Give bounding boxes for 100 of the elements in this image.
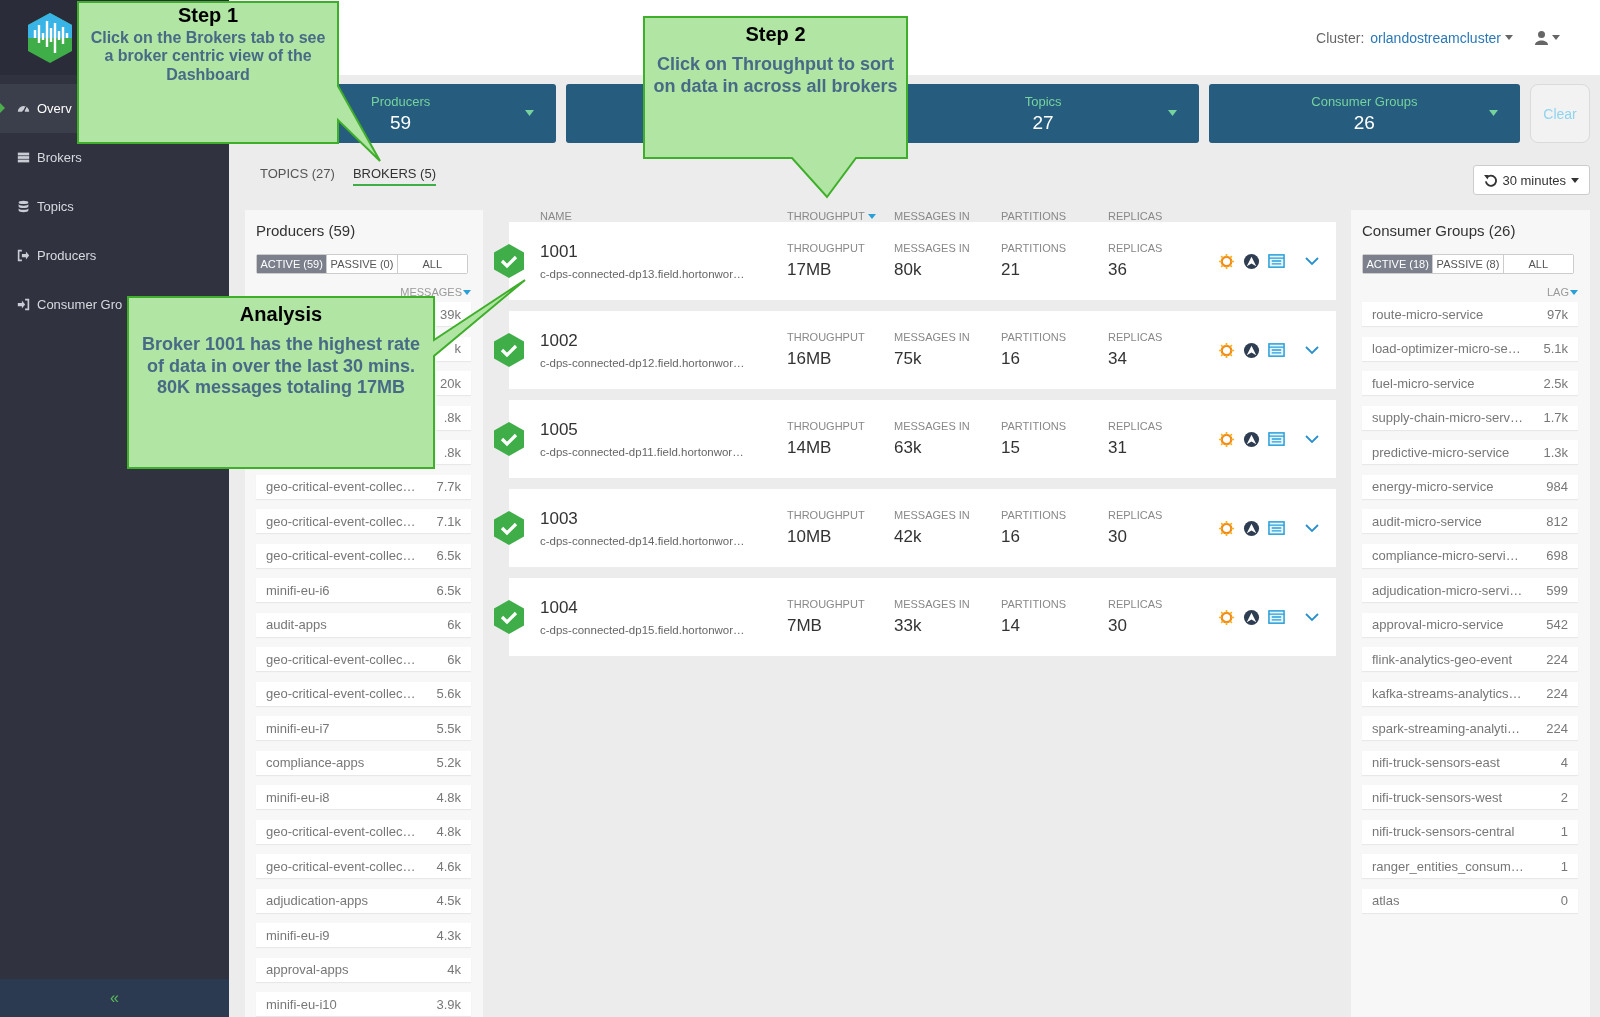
card-label: Producers (371, 93, 431, 109)
item-count: 7.1k (436, 513, 461, 529)
stat-value: 21 (1001, 260, 1021, 280)
item-count: 6.5k (436, 548, 461, 563)
broker-id: 1001 (540, 242, 579, 262)
stat-value: 17MB (787, 260, 833, 280)
item-count: 39k (440, 306, 461, 322)
stat-value: 14 (1001, 616, 1021, 636)
item-count: 97k (1547, 306, 1568, 322)
item-count: 4.8k (436, 789, 461, 805)
broker-host: c-dps-connected-dp12.field.hortonwor… (540, 357, 746, 369)
card-count: 59 (390, 111, 412, 134)
stat-label: MESSAGES IN (894, 598, 971, 610)
item-name: adjudication-micro-servi… (1372, 582, 1524, 598)
callout-title: Analysis (239, 303, 323, 326)
stat-label: THROUGHPUT (787, 331, 866, 343)
broker-id: 1004 (540, 598, 579, 618)
stat-label: PARTITIONS (1001, 242, 1067, 254)
item-count: 6k (447, 651, 461, 667)
item-name: nifi-truck-sensors-west (1372, 789, 1504, 805)
item-name: compliance-apps (266, 755, 366, 770)
item-name: atlas (1372, 893, 1401, 908)
item-name: minifi-eu-i9 (266, 927, 331, 943)
stat-value: 7MB (787, 616, 823, 636)
item-count: 4.6k (436, 858, 461, 874)
item-name: supply-chain-micro-serv… (1372, 410, 1524, 425)
broker-host: c-dps-connected-dp13.field.hortonwor… (540, 268, 746, 280)
stat-value: 80k (894, 260, 923, 280)
stat-label: MESSAGES IN (894, 420, 971, 432)
item-name: minifi-eu-i10 (266, 996, 338, 1012)
item-count: 3.9k (436, 996, 461, 1012)
callout-text: Broker 1001 has the highest rate of data in over the last 30 mins. 80K messages totaling 17MB (140, 334, 422, 399)
stat-value: 42k (894, 527, 923, 547)
item-name: geo-critical-event-collec… (266, 686, 417, 701)
item-count: 224 (1546, 651, 1568, 667)
item-name: geo-critical-event-collec… (266, 479, 417, 494)
item-name: fuel-micro-service (1372, 375, 1476, 391)
stat-value: 15 (1001, 438, 1021, 458)
item-name: geo-critical-event-collec… (266, 651, 417, 667)
item-count: 1.3k (1543, 444, 1568, 460)
item-count: 224 (1546, 686, 1568, 701)
panel-title: Producers (59) (256, 222, 357, 240)
stat-label: REPLICAS (1108, 509, 1164, 521)
stat-value: 16 (1001, 527, 1021, 547)
stat-value: 14MB (787, 438, 833, 458)
stat-value: 30 (1108, 616, 1128, 636)
item-count: .8k (443, 410, 461, 425)
item-count: 812 (1546, 513, 1568, 529)
item-name: ranger_entities_consum… (1372, 858, 1525, 874)
stat-label: THROUGHPUT (787, 420, 866, 432)
item-count: 6k (447, 617, 461, 632)
item-count: 698 (1546, 548, 1568, 563)
item-count: 1.7k (1543, 410, 1568, 425)
item-count: 599 (1546, 582, 1568, 598)
item-count: 5.5k (436, 720, 461, 736)
stat-label: REPLICAS (1108, 598, 1164, 610)
item-name: geo-critical-event-collec… (266, 824, 417, 839)
item-count: 224 (1546, 720, 1568, 736)
stat-label: REPLICAS (1108, 242, 1164, 254)
item-name: compliance-micro-servi… (1372, 548, 1520, 563)
stat-value: 31 (1108, 438, 1128, 458)
stat-value: 63k (894, 438, 923, 458)
item-count: 5.2k (436, 755, 461, 770)
item-name: minifi-eu-i7 (266, 720, 331, 736)
item-count: 6.5k (436, 582, 461, 598)
broker-id: 1002 (540, 331, 579, 351)
item-count: 4 (1560, 755, 1568, 770)
card-count: 27 (1032, 111, 1054, 134)
stat-label: THROUGHPUT (787, 509, 866, 521)
item-name: load-optimizer-micro-se… (1372, 341, 1522, 356)
stat-label: PARTITIONS (1001, 598, 1067, 610)
stat-value: 33k (894, 616, 923, 636)
stat-value: 75k (894, 349, 923, 369)
stat-value: 36 (1108, 260, 1128, 280)
item-count: 4.8k (436, 824, 461, 839)
stat-label: PARTITIONS (1001, 420, 1067, 432)
item-count: 20k (440, 375, 461, 391)
item-count: 7.7k (436, 479, 461, 494)
stat-label: REPLICAS (1108, 420, 1164, 432)
stat-label: MESSAGES IN (894, 509, 971, 521)
cluster-label: Cluster: (1316, 29, 1365, 46)
item-name: route-micro-service (1372, 306, 1485, 322)
item-name: approval-micro-service (1372, 617, 1505, 632)
callout-title: Step 2 (745, 23, 806, 46)
item-name: nifi-truck-sensors-central (1372, 824, 1516, 839)
item-count: 4.3k (436, 927, 461, 943)
item-name: spark-streaming-analyti… (1372, 720, 1522, 736)
broker-id: 1003 (540, 509, 579, 529)
panel-title: Consumer Groups (26) (1362, 222, 1517, 240)
item-name: kafka-streams-analytics… (1372, 686, 1523, 701)
item-name: minifi-eu-i6 (266, 582, 331, 598)
item-name: predictive-micro-service (1372, 444, 1511, 460)
item-name: adjudication-apps (266, 893, 369, 908)
broker-host: c-dps-connected-dp14.field.hortonwor… (540, 535, 746, 547)
stat-label: MESSAGES IN (894, 331, 971, 343)
item-name: nifi-truck-sensors-east (1372, 755, 1501, 770)
stat-value: 30 (1108, 527, 1128, 547)
callout-title: Step 1 (178, 4, 238, 27)
stat-label: THROUGHPUT (787, 242, 866, 254)
stat-value: 34 (1108, 349, 1128, 369)
